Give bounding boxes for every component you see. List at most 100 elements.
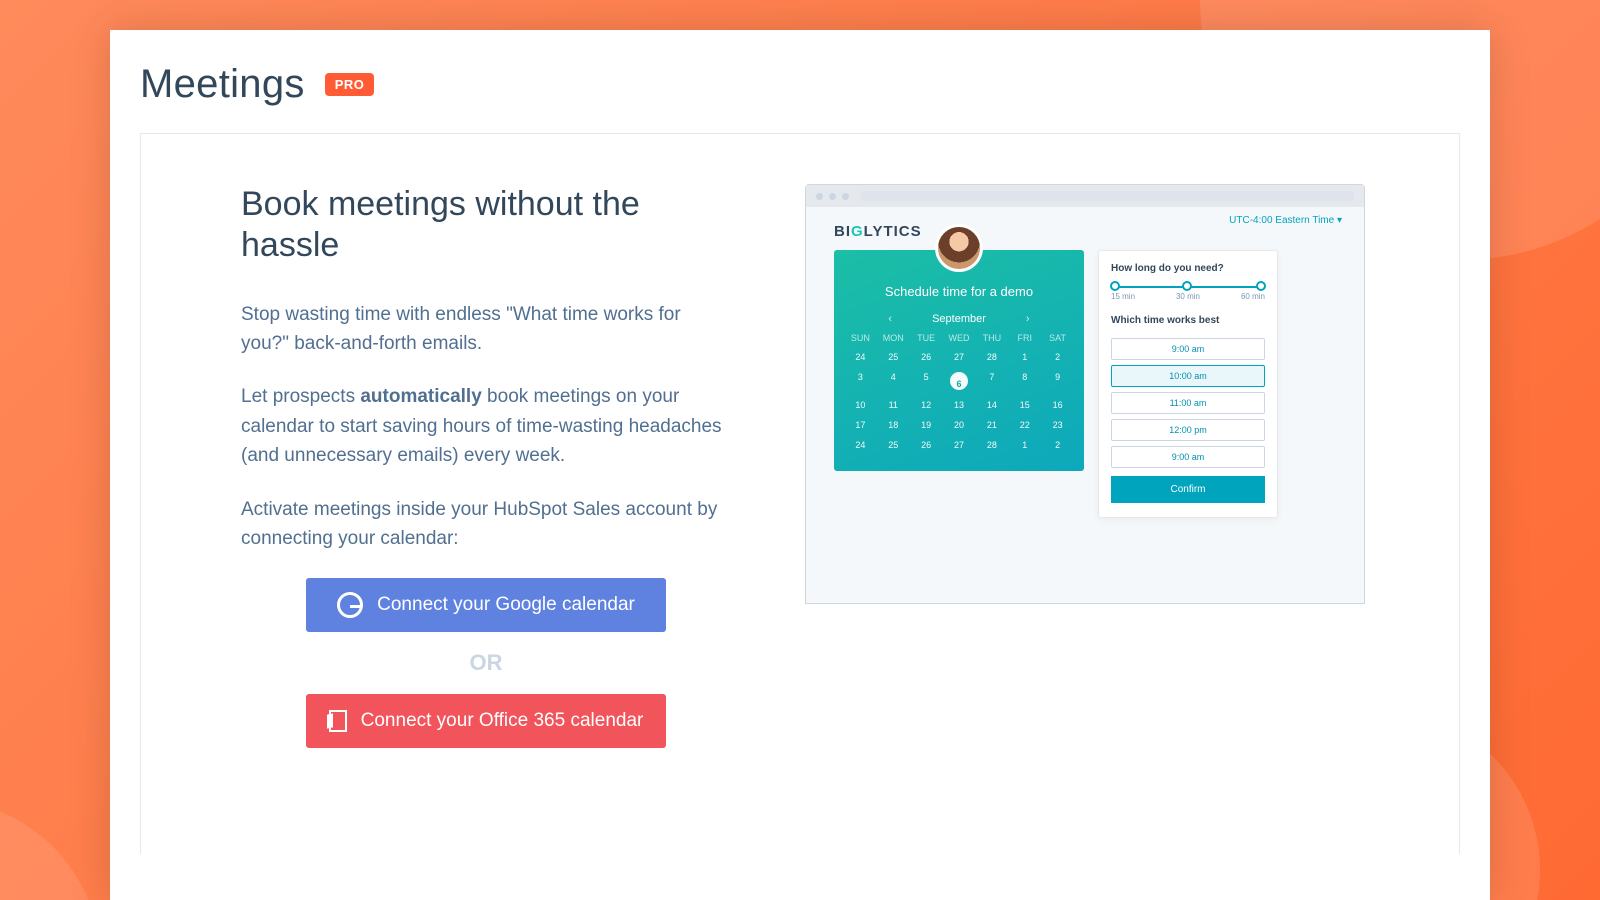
calendar-day[interactable]: 3: [844, 369, 877, 393]
calendar-day[interactable]: 27: [943, 437, 976, 453]
time-slot[interactable]: 9:00 am: [1111, 446, 1265, 468]
slider-knob[interactable]: [1110, 281, 1120, 291]
calendar-day[interactable]: 2: [1041, 437, 1074, 453]
calendar-day[interactable]: 9: [1041, 369, 1074, 393]
calendar-week-row: 10111213141516: [844, 397, 1074, 413]
time-slot[interactable]: 11:00 am: [1111, 392, 1265, 414]
dow: SUN: [844, 333, 877, 343]
hero-subtitle: Book meetings without the hassle: [241, 184, 731, 266]
window-dot: [829, 193, 836, 200]
calendar-day[interactable]: 23: [1041, 417, 1074, 433]
main-area: Book meetings without the hassle Stop wa…: [140, 134, 1460, 854]
preview-panels: Schedule time for a demo ‹ September › S…: [834, 250, 1344, 518]
confirm-button[interactable]: Confirm: [1111, 476, 1265, 503]
calendar-week-row: 242526272812: [844, 437, 1074, 453]
brand-right: LYTICS: [864, 223, 922, 240]
timezone-link[interactable]: UTC-4:00 Eastern Time ▾: [1229, 215, 1342, 226]
duration-opt: 30 min: [1176, 292, 1200, 301]
time-slot[interactable]: 12:00 pm: [1111, 419, 1265, 441]
calendar-day[interactable]: 1: [1008, 437, 1041, 453]
calendar-day[interactable]: 26: [910, 437, 943, 453]
calendar-week-row: 242526272812: [844, 349, 1074, 365]
browser-chrome: [806, 185, 1364, 207]
decorative-circle: [0, 800, 100, 900]
time-slot[interactable]: 10:00 am: [1111, 365, 1265, 387]
time-slot[interactable]: 9:00 am: [1111, 338, 1265, 360]
calendar-month-label: September: [932, 313, 986, 325]
calendar-panel: Schedule time for a demo ‹ September › S…: [834, 250, 1084, 471]
dow: THU: [975, 333, 1008, 343]
calendar-day[interactable]: 28: [975, 437, 1008, 453]
office365-icon: [329, 710, 347, 732]
calendar-day[interactable]: 17: [844, 417, 877, 433]
next-month-icon[interactable]: ›: [1026, 313, 1030, 325]
calendar-day[interactable]: 20: [943, 417, 976, 433]
window-dot: [842, 193, 849, 200]
hero-paragraph-2: Let prospects automatically book meeting…: [241, 382, 731, 470]
duration-labels: 15 min 30 min 60 min: [1111, 292, 1265, 301]
calendar-day[interactable]: 5: [910, 369, 943, 393]
prev-month-icon[interactable]: ‹: [888, 313, 892, 325]
calendar-day[interactable]: 7: [975, 369, 1008, 393]
pro-badge: PRO: [325, 73, 375, 96]
slider-knob[interactable]: [1182, 281, 1192, 291]
calendar-week-row: 3456789: [844, 369, 1074, 393]
calendar-day[interactable]: 22: [1008, 417, 1041, 433]
calendar-day[interactable]: 13: [943, 397, 976, 413]
calendar-day[interactable]: 24: [844, 349, 877, 365]
duration-opt: 15 min: [1111, 292, 1135, 301]
time-slots: 9:00 am 10:00 am 11:00 am 12:00 pm 9:00 am: [1111, 338, 1265, 468]
connect-office365-button[interactable]: Connect your Office 365 calendar: [306, 694, 666, 748]
calendar-day[interactable]: 25: [877, 349, 910, 365]
duration-opt: 60 min: [1241, 292, 1265, 301]
google-icon: [337, 592, 363, 618]
duration-slider[interactable]: [1111, 286, 1265, 288]
preview-column: UTC-4:00 Eastern Time ▾ BIGLYTICS Schedu…: [771, 184, 1399, 854]
office365-button-label: Connect your Office 365 calendar: [361, 710, 644, 732]
calendar-day[interactable]: 12: [910, 397, 943, 413]
calendar-day[interactable]: 16: [1041, 397, 1074, 413]
calendar-day[interactable]: 18: [877, 417, 910, 433]
calendar-day[interactable]: 10: [844, 397, 877, 413]
calendar-day[interactable]: 4: [877, 369, 910, 393]
calendar-day[interactable]: 24: [844, 437, 877, 453]
calendar-day[interactable]: 8: [1008, 369, 1041, 393]
browser-body: UTC-4:00 Eastern Time ▾ BIGLYTICS Schedu…: [806, 207, 1364, 603]
calendar-day[interactable]: 1: [1008, 349, 1041, 365]
main-card: Meetings PRO Book meetings without the h…: [110, 30, 1490, 900]
calendar-day[interactable]: 6: [943, 369, 976, 393]
calendar-day[interactable]: 14: [975, 397, 1008, 413]
calendar-day[interactable]: 27: [943, 349, 976, 365]
p2-b: automatically: [360, 386, 481, 407]
calendar-day[interactable]: 11: [877, 397, 910, 413]
page-title: Meetings: [140, 62, 305, 107]
calendar-day[interactable]: 28: [975, 349, 1008, 365]
calendar-day[interactable]: 2: [1041, 349, 1074, 365]
duration-question: How long do you need?: [1111, 263, 1265, 274]
calendar-day[interactable]: 21: [975, 417, 1008, 433]
calendar-month-row: ‹ September ›: [844, 313, 1074, 325]
calendar-dow-row: SUN MON TUE WED THU FRI SAT: [844, 333, 1074, 343]
brand-left: BI: [834, 223, 851, 240]
calendar-day[interactable]: 15: [1008, 397, 1041, 413]
dow: SAT: [1041, 333, 1074, 343]
hero-paragraph-3: Activate meetings inside your HubSpot Sa…: [241, 495, 731, 554]
window-dot: [816, 193, 823, 200]
p2-a: Let prospects: [241, 386, 360, 407]
dow: TUE: [910, 333, 943, 343]
time-question: Which time works best: [1111, 315, 1265, 326]
dow: MON: [877, 333, 910, 343]
calendar-day[interactable]: 19: [910, 417, 943, 433]
calendar-day[interactable]: 25: [877, 437, 910, 453]
address-bar: [861, 191, 1354, 201]
calendar-day[interactable]: 26: [910, 349, 943, 365]
connect-google-button[interactable]: Connect your Google calendar: [306, 578, 666, 632]
calendar-day-today[interactable]: 6: [950, 372, 968, 390]
text-column: Book meetings without the hassle Stop wa…: [241, 184, 731, 854]
dow: FRI: [1008, 333, 1041, 343]
time-picker-panel: How long do you need? 15 min 30 min 60: [1098, 250, 1278, 518]
brand-mid: G: [851, 223, 864, 240]
slider-knob[interactable]: [1256, 281, 1266, 291]
calendar-week-row: 17181920212223: [844, 417, 1074, 433]
hero-paragraph-1: Stop wasting time with endless "What tim…: [241, 300, 731, 359]
